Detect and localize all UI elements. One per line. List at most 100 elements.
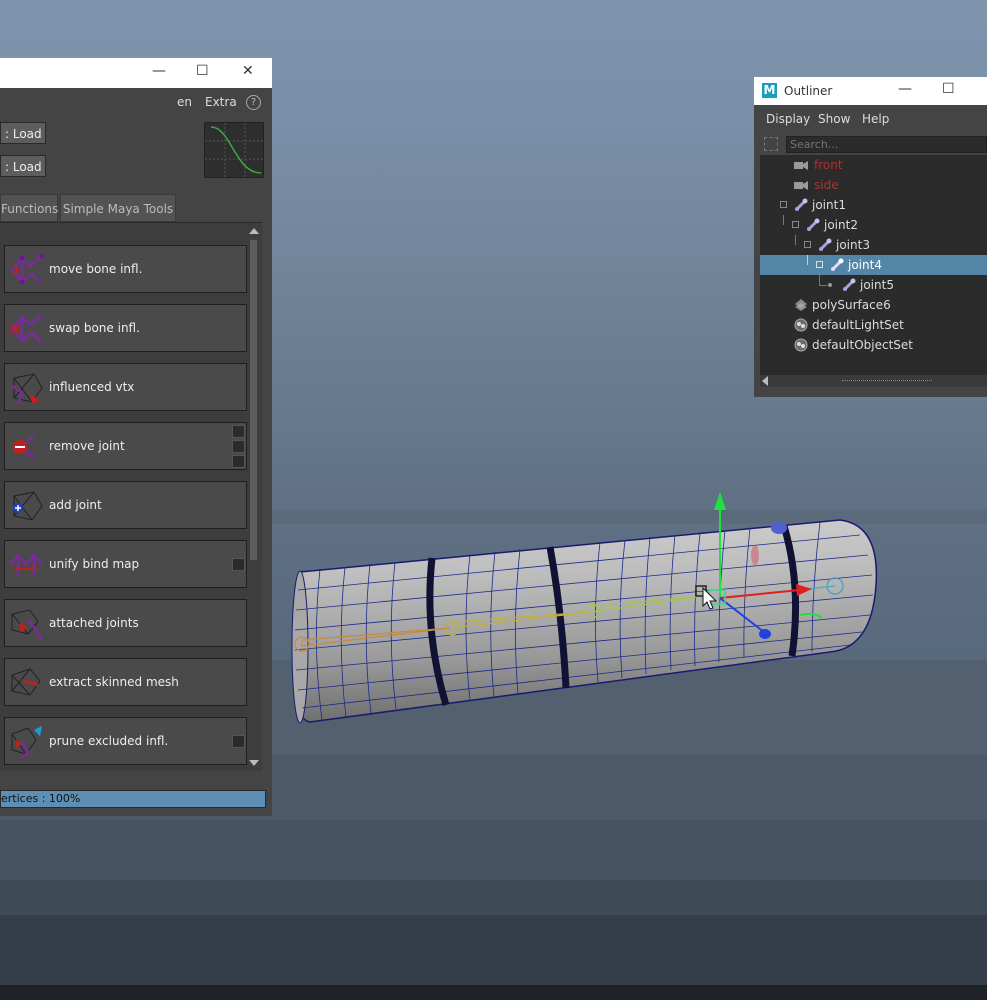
skin-menubar: en Extra bbox=[0, 88, 272, 116]
outliner-tree: front side joint1 joint2 joint3 joint4 j… bbox=[760, 155, 987, 375]
tree-dot bbox=[828, 283, 832, 287]
joint-icon bbox=[842, 278, 856, 292]
falloff-curve-graph[interactable] bbox=[204, 122, 264, 178]
tree-line bbox=[795, 235, 796, 245]
tool-add-joint[interactable]: add joint bbox=[4, 481, 247, 529]
scroll-thumb[interactable] bbox=[250, 240, 257, 560]
menu-extra[interactable]: Extra bbox=[205, 95, 237, 109]
tool-list: move bone infl. swap bone infl. influenc… bbox=[0, 222, 262, 771]
menu-language[interactable]: en bbox=[177, 95, 192, 109]
outliner-item-joint2[interactable]: joint2 bbox=[760, 215, 987, 235]
option-box[interactable] bbox=[232, 425, 245, 438]
item-label: defaultObjectSet bbox=[812, 338, 914, 352]
scroll-down-icon[interactable] bbox=[249, 760, 259, 766]
outliner-search-input[interactable] bbox=[786, 136, 987, 153]
tool-label: remove joint bbox=[49, 439, 125, 453]
item-label: front bbox=[814, 158, 843, 172]
collapse-icon[interactable] bbox=[816, 261, 823, 268]
tool-label: add joint bbox=[49, 498, 102, 512]
vertices-progress-bar: ertices : 100% bbox=[0, 790, 266, 808]
camera-icon bbox=[794, 161, 808, 170]
option-box[interactable] bbox=[232, 455, 245, 468]
tool-unify-bind-map[interactable]: unify bind map bbox=[4, 540, 247, 588]
item-label: side bbox=[814, 178, 839, 192]
tab-functions[interactable]: Functions bbox=[0, 194, 58, 222]
tree-line bbox=[819, 285, 827, 286]
collapse-icon[interactable] bbox=[804, 241, 811, 248]
item-label: joint1 bbox=[812, 198, 846, 212]
move-bone-icon bbox=[11, 253, 45, 285]
maya-logo-icon: M bbox=[762, 83, 777, 98]
attached-joints-icon bbox=[11, 609, 44, 641]
tool-prune-excluded-infl[interactable]: prune excluded infl. bbox=[4, 717, 247, 765]
tool-label: unify bind map bbox=[49, 557, 140, 571]
camera-icon bbox=[794, 181, 808, 190]
tree-line bbox=[807, 255, 808, 265]
load-button-2[interactable]: : Load bbox=[0, 155, 46, 177]
tool-remove-joint[interactable]: remove joint bbox=[4, 422, 247, 470]
progress-label: ertices : 100% bbox=[1, 792, 81, 805]
outliner-item-defaultobjectset[interactable]: defaultObjectSet bbox=[760, 335, 987, 355]
tool-swap-bone-infl[interactable]: swap bone infl. bbox=[4, 304, 247, 352]
add-joint-icon bbox=[13, 491, 43, 521]
option-box[interactable] bbox=[232, 440, 245, 453]
option-box[interactable] bbox=[232, 735, 245, 748]
menu-show[interactable]: Show bbox=[818, 112, 850, 126]
tool-label: swap bone infl. bbox=[49, 321, 140, 335]
skin-tool-window: — ☐ ✕ en Extra ? : Load : Load Functions… bbox=[0, 58, 272, 816]
collapse-icon[interactable] bbox=[792, 221, 799, 228]
help-icon[interactable]: ? bbox=[246, 95, 261, 110]
scroll-grip[interactable] bbox=[842, 380, 932, 381]
remove-joint-icon bbox=[13, 434, 35, 460]
item-label: joint4 bbox=[848, 258, 882, 272]
joint-icon bbox=[794, 198, 808, 212]
menu-help[interactable]: Help bbox=[862, 112, 889, 126]
prune-icon bbox=[11, 726, 42, 759]
tree-line bbox=[819, 275, 820, 285]
item-label: defaultLightSet bbox=[812, 318, 904, 332]
tool-label: move bone infl. bbox=[49, 262, 143, 276]
outliner-menubar: Display Show Help bbox=[754, 105, 987, 131]
minimize-button[interactable]: — bbox=[152, 63, 166, 79]
outliner-item-side[interactable]: side bbox=[760, 175, 987, 195]
item-label: joint3 bbox=[836, 238, 870, 252]
close-button[interactable]: ✕ bbox=[242, 63, 254, 79]
collapse-icon[interactable] bbox=[780, 201, 787, 208]
item-label: joint5 bbox=[860, 278, 894, 292]
item-label: polySurface6 bbox=[812, 298, 891, 312]
joint-icon bbox=[830, 258, 844, 272]
filter-icon[interactable] bbox=[764, 137, 778, 151]
load-button-1[interactable]: : Load bbox=[0, 122, 46, 144]
tool-influenced-vtx[interactable]: influenced vtx bbox=[4, 363, 247, 411]
minimize-button[interactable]: — bbox=[898, 81, 912, 97]
outliner-titlebar[interactable]: M Outliner — ☐ bbox=[754, 77, 987, 105]
unify-bind-map-icon bbox=[9, 552, 43, 575]
extract-mesh-icon bbox=[11, 668, 41, 696]
outliner-item-front[interactable]: front bbox=[760, 155, 987, 175]
option-box[interactable] bbox=[232, 558, 245, 571]
tool-attached-joints[interactable]: attached joints bbox=[4, 599, 247, 647]
outliner-horizontal-scrollbar[interactable] bbox=[760, 375, 987, 387]
tool-label: extract skinned mesh bbox=[49, 675, 179, 689]
tool-move-bone-infl[interactable]: move bone infl. bbox=[4, 245, 247, 293]
outliner-item-joint3[interactable]: joint3 bbox=[760, 235, 987, 255]
menu-display[interactable]: Display bbox=[766, 112, 810, 126]
swap-bone-icon bbox=[9, 314, 43, 344]
tool-extract-skinned-mesh[interactable]: extract skinned mesh bbox=[4, 658, 247, 706]
maximize-button[interactable]: ☐ bbox=[196, 63, 209, 79]
scroll-up-icon[interactable] bbox=[249, 228, 259, 234]
joint-icon bbox=[818, 238, 832, 252]
outliner-item-joint5[interactable]: joint5 bbox=[760, 275, 987, 295]
outliner-item-joint4[interactable]: joint4 bbox=[760, 255, 987, 275]
outliner-item-defaultlightset[interactable]: defaultLightSet bbox=[760, 315, 987, 335]
joint-icon bbox=[806, 218, 820, 232]
tool-label: prune excluded infl. bbox=[49, 734, 169, 748]
skin-window-titlebar[interactable]: — ☐ ✕ bbox=[0, 58, 272, 88]
outliner-item-joint1[interactable]: joint1 bbox=[760, 195, 987, 215]
tab-simple-maya-tools[interactable]: Simple Maya Tools bbox=[60, 194, 176, 222]
influenced-vertex-icon bbox=[11, 373, 43, 405]
outliner-item-polysurface6[interactable]: polySurface6 bbox=[760, 295, 987, 315]
tool-list-scrollbar[interactable] bbox=[248, 226, 260, 768]
scroll-left-icon[interactable] bbox=[762, 376, 768, 386]
maximize-button[interactable]: ☐ bbox=[942, 81, 955, 97]
